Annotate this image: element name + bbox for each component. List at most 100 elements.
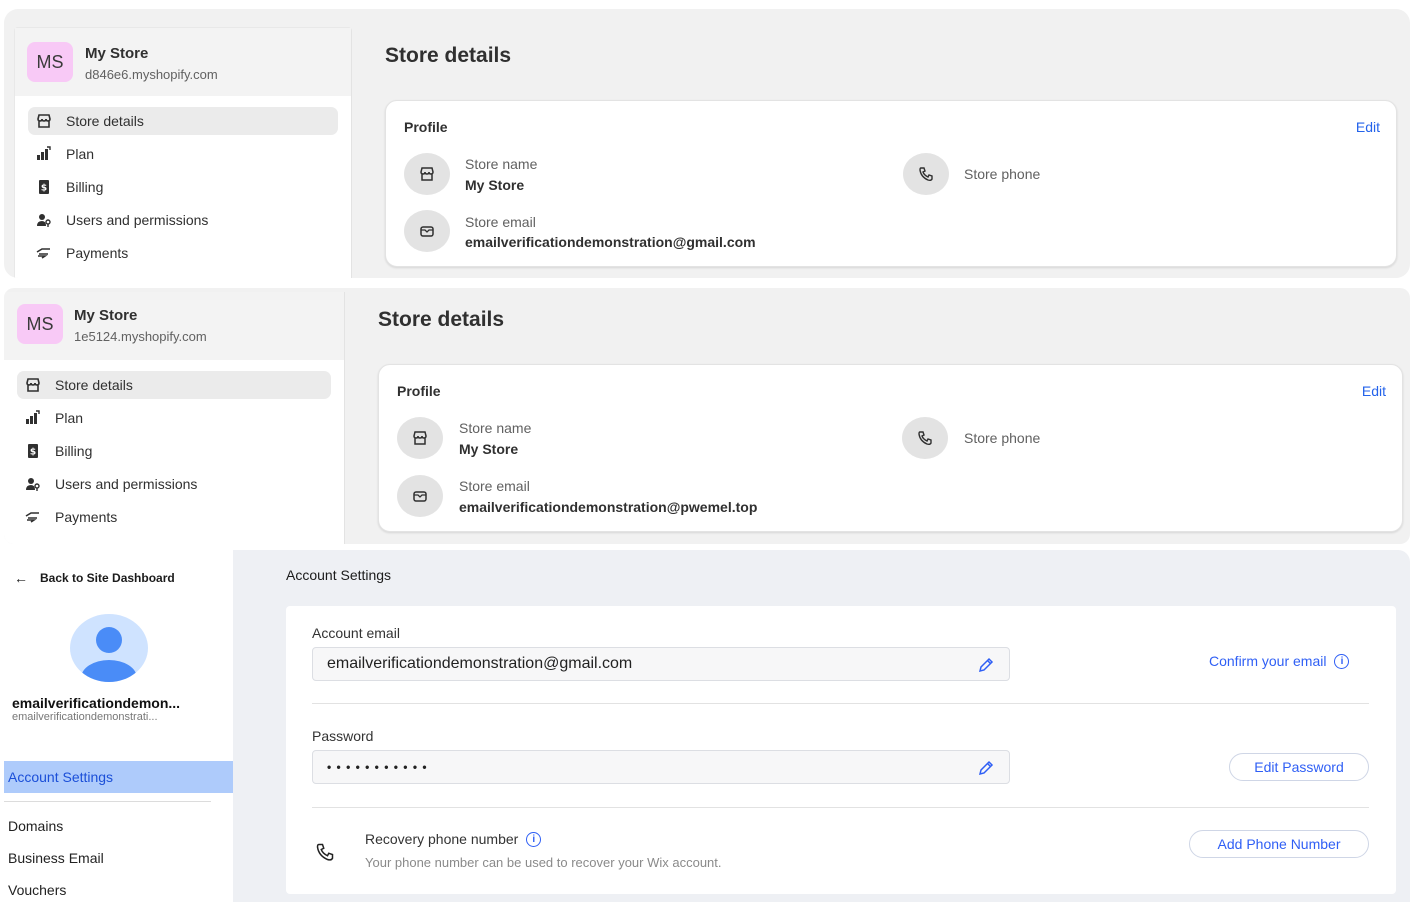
wix-account-settings: ← Back to Site Dashboard emailverificati… bbox=[0, 550, 1417, 902]
info-icon[interactable]: i bbox=[1334, 653, 1350, 669]
nav-item-store-details[interactable]: Store details bbox=[28, 107, 338, 135]
user-avatar[interactable] bbox=[70, 614, 148, 682]
confirm-email-link[interactable]: Confirm your email i bbox=[1209, 653, 1350, 669]
page-title: Store details bbox=[385, 44, 512, 67]
wix-main: Account Settings Account email emailveri… bbox=[233, 550, 1410, 902]
store-email-label: Store email bbox=[459, 478, 530, 494]
phone-icon bbox=[902, 417, 948, 459]
nav-item-payments[interactable]: Payments bbox=[17, 503, 331, 531]
nav-label: Store details bbox=[55, 377, 133, 393]
store-icon bbox=[397, 417, 443, 459]
settings-sidebar: MS My Store 1e5124.myshopify.com Store d… bbox=[4, 292, 345, 544]
nav-item-domains[interactable]: Domains bbox=[8, 818, 63, 834]
store-icon bbox=[404, 153, 450, 195]
nav-label: Plan bbox=[66, 146, 95, 162]
nav-label: Users and permissions bbox=[66, 212, 209, 228]
account-email-label: Account email bbox=[312, 625, 400, 641]
recovery-phone-label-row: Recovery phone number i bbox=[365, 831, 542, 847]
nav-item-store-details[interactable]: Store details bbox=[17, 371, 331, 399]
store-email-value: emailverificationdemonstration@pwemel.to… bbox=[459, 499, 758, 515]
payments-icon bbox=[36, 248, 50, 259]
nav-label: Payments bbox=[66, 245, 129, 261]
plan-icon bbox=[37, 146, 51, 160]
user-silhouette-icon bbox=[81, 627, 137, 682]
store-icon bbox=[26, 378, 40, 392]
shopify-panel-1: MS My Store d846e6.myshopify.com Store d… bbox=[4, 9, 1410, 278]
pencil-icon[interactable] bbox=[977, 759, 995, 777]
divider bbox=[4, 801, 211, 802]
store-header[interactable]: MS My Store d846e6.myshopify.com bbox=[15, 28, 351, 96]
edit-profile-link[interactable]: Edit bbox=[1356, 119, 1380, 135]
users-icon bbox=[37, 214, 51, 227]
recovery-phone-label: Recovery phone number bbox=[365, 831, 519, 847]
store-header[interactable]: MS My Store 1e5124.myshopify.com bbox=[4, 292, 344, 360]
store-name: My Store bbox=[85, 45, 149, 62]
store-avatar: MS bbox=[27, 42, 73, 82]
nav-item-vouchers[interactable]: Vouchers bbox=[8, 882, 66, 898]
nav-item-billing[interactable]: $ Billing bbox=[28, 173, 338, 201]
store-avatar: MS bbox=[17, 304, 63, 344]
recovery-phone-help: Your phone number can be used to recover… bbox=[365, 855, 722, 870]
store-name-label: Store name bbox=[465, 156, 538, 172]
user-email: emailverificationdemonstrati... bbox=[12, 711, 158, 723]
store-email-label: Store email bbox=[465, 214, 536, 230]
profile-card: Profile Edit Store name My Store Store p… bbox=[385, 100, 1397, 267]
store-name: My Store bbox=[74, 307, 138, 324]
store-icon bbox=[37, 114, 51, 128]
settings-nav: Store details Plan $ Billing Users and p… bbox=[4, 360, 344, 544]
payments-icon bbox=[25, 512, 39, 523]
arrow-left-icon: ← bbox=[14, 570, 28, 586]
nav-label: Billing bbox=[55, 443, 93, 459]
plan-icon bbox=[26, 410, 40, 424]
nav-item-plan[interactable]: Plan bbox=[17, 404, 331, 432]
back-label: Back to Site Dashboard bbox=[40, 571, 175, 585]
profile-title: Profile bbox=[397, 383, 441, 399]
page-title: Store details bbox=[378, 308, 505, 331]
nav-item-users-permissions[interactable]: Users and permissions bbox=[17, 470, 331, 498]
account-email-field[interactable]: emailverificationdemonstration@gmail.com bbox=[312, 647, 1010, 681]
nav-label: Plan bbox=[55, 410, 84, 426]
store-domain: d846e6.myshopify.com bbox=[85, 67, 218, 82]
phone-icon bbox=[903, 153, 949, 195]
settings-sidebar: MS My Store d846e6.myshopify.com Store d… bbox=[14, 27, 352, 278]
nav-item-plan[interactable]: Plan bbox=[28, 140, 338, 168]
password-mask: • • • • • • • • • • • bbox=[327, 760, 428, 774]
store-name-value: My Store bbox=[465, 177, 525, 193]
password-field[interactable]: • • • • • • • • • • • bbox=[312, 750, 1010, 784]
shopify-panel-2: MS My Store 1e5124.myshopify.com Store d… bbox=[4, 288, 1410, 544]
pencil-icon[interactable] bbox=[977, 656, 995, 674]
billing-icon: $ bbox=[39, 180, 49, 194]
profile-card: Profile Edit Store name My Store Store p… bbox=[378, 364, 1403, 532]
back-to-dashboard-link[interactable]: ← Back to Site Dashboard bbox=[14, 570, 175, 586]
store-name-label: Store name bbox=[459, 420, 532, 436]
user-name: emailverificationdemon... bbox=[12, 695, 181, 711]
edit-profile-link[interactable]: Edit bbox=[1362, 383, 1386, 399]
email-icon bbox=[404, 210, 450, 252]
store-phone-label: Store phone bbox=[964, 166, 1041, 182]
add-phone-number-button[interactable]: Add Phone Number bbox=[1189, 830, 1369, 858]
svg-text:$: $ bbox=[41, 184, 47, 194]
account-card: Account email emailverificationdemonstra… bbox=[286, 606, 1396, 894]
nav-label: Users and permissions bbox=[55, 476, 198, 492]
nav-item-users-permissions[interactable]: Users and permissions bbox=[28, 206, 338, 234]
phone-icon bbox=[316, 843, 334, 861]
store-domain: 1e5124.myshopify.com bbox=[74, 329, 207, 344]
nav-item-account-settings[interactable]: Account Settings bbox=[4, 761, 233, 793]
nav-label: Payments bbox=[55, 509, 118, 525]
nav-label: Billing bbox=[66, 179, 104, 195]
nav-item-billing[interactable]: $ Billing bbox=[17, 437, 331, 465]
billing-icon: $ bbox=[28, 444, 38, 458]
divider bbox=[312, 807, 1369, 808]
email-icon bbox=[397, 475, 443, 517]
settings-nav: Store details Plan $ Billing Users and p… bbox=[15, 96, 351, 278]
store-name-value: My Store bbox=[459, 441, 519, 457]
edit-password-button[interactable]: Edit Password bbox=[1229, 753, 1369, 781]
nav-item-payments[interactable]: Payments bbox=[28, 239, 338, 267]
password-label: Password bbox=[312, 728, 374, 744]
nav-item-business-email[interactable]: Business Email bbox=[8, 850, 104, 866]
svg-text:$: $ bbox=[30, 448, 36, 458]
users-icon bbox=[26, 478, 40, 491]
divider bbox=[312, 703, 1369, 704]
info-icon[interactable]: i bbox=[526, 831, 542, 847]
page-title: Account Settings bbox=[286, 567, 392, 583]
